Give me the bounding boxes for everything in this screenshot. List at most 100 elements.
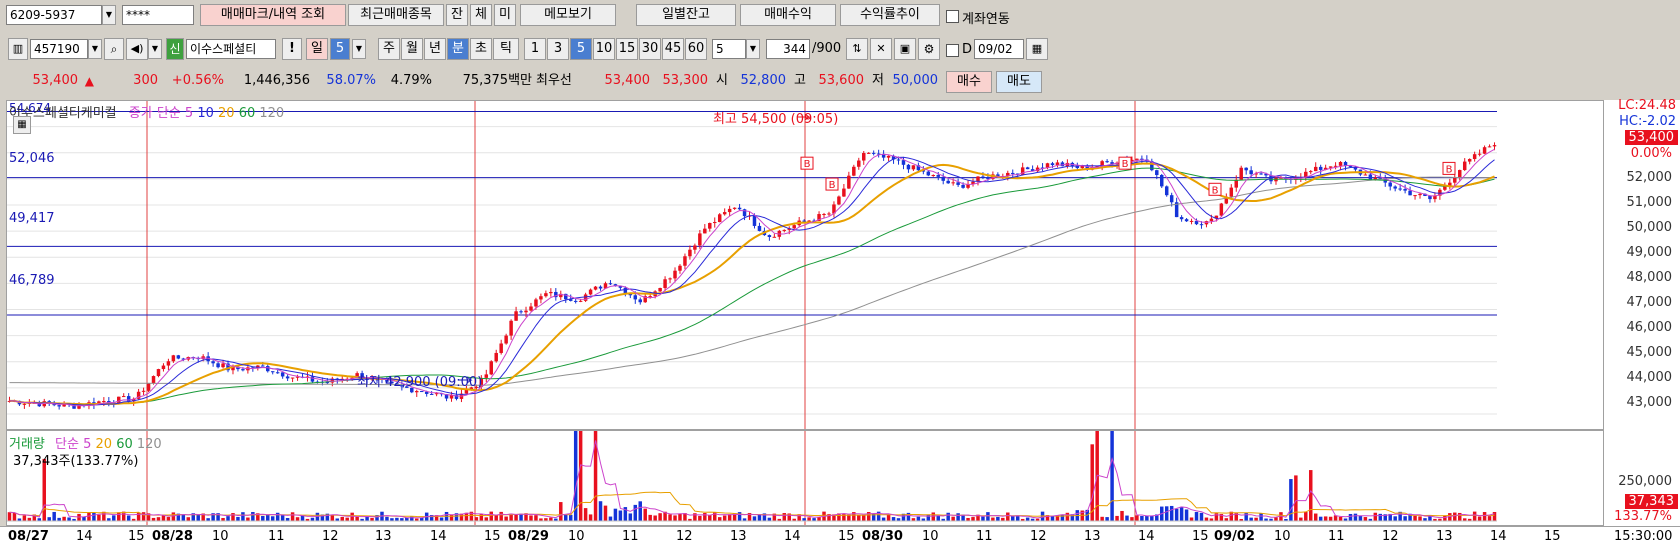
date-field[interactable]: 09/02	[974, 39, 1024, 59]
minute-15-button[interactable]: 15	[616, 38, 638, 60]
account-dropdown-icon[interactable]: ▼	[102, 5, 116, 25]
candle-body	[1338, 161, 1343, 166]
candle-body	[221, 363, 225, 368]
minute-60-button[interactable]: 60	[685, 38, 707, 60]
stock-code-dropdown-icon[interactable]: ▼	[88, 39, 102, 59]
candle-body	[588, 289, 593, 295]
minute-1-button[interactable]: 1	[524, 38, 546, 60]
candle-body	[1368, 174, 1373, 180]
current-price-tag: 53,400	[1624, 130, 1678, 145]
volume-bar	[340, 516, 344, 521]
x-axis-label: 08/27	[8, 529, 49, 544]
candle-body	[683, 256, 687, 266]
crosshair-icon[interactable]: ✕	[870, 38, 892, 60]
level-label-3: 46,789	[9, 273, 55, 288]
x-axis-label: 10	[922, 529, 939, 544]
calculator-icon[interactable]: ▦	[13, 116, 31, 134]
minute-10-button[interactable]: 10	[593, 38, 615, 60]
daily-balance-button[interactable]: 일별잔고	[636, 4, 736, 26]
volume-bar	[1199, 512, 1204, 521]
search-icon[interactable]: ⌕	[104, 38, 124, 60]
candle-body	[1413, 195, 1417, 197]
candle-body	[693, 245, 697, 250]
candle-body	[668, 278, 672, 280]
return-trend-button[interactable]: 수익률추이	[840, 4, 940, 26]
volume-bar	[598, 501, 603, 521]
volume-bar	[1174, 508, 1179, 521]
period-value[interactable]: 5	[330, 38, 350, 60]
candle-tool-icon[interactable]: ⇅	[846, 38, 868, 60]
volume-chart-canvas[interactable]	[7, 431, 1603, 525]
save-icon[interactable]: ▣	[894, 38, 916, 60]
volume-bar	[156, 517, 161, 521]
volume-bar	[1179, 506, 1184, 521]
candle-body	[862, 153, 866, 161]
period-year-button[interactable]: 년	[424, 38, 446, 60]
buy-button[interactable]: 매수	[946, 71, 992, 93]
period-week-button[interactable]: 주	[378, 38, 400, 60]
alert-button[interactable]: !	[282, 38, 302, 60]
volume-bar	[439, 517, 444, 521]
period-minute-button[interactable]: 분	[447, 38, 469, 60]
volume-bar	[126, 515, 131, 521]
period-month-button[interactable]: 월	[401, 38, 423, 60]
gear-icon[interactable]: ⚙	[918, 38, 940, 60]
bars-shown-field[interactable]: 344	[766, 39, 810, 59]
x-axis-label: 08/28	[152, 529, 193, 544]
sell-button[interactable]: 매도	[996, 71, 1042, 93]
candle-body	[1378, 177, 1383, 179]
speaker-icon[interactable]: ◀)	[126, 38, 148, 60]
volume-bar	[1443, 515, 1447, 521]
balance-button[interactable]: 잔	[446, 4, 468, 26]
candle-body	[852, 166, 856, 176]
legend-ma60: 60	[238, 106, 256, 121]
price-chart-panel[interactable]: BBBBB 54,674 이수스페셜티케미컬 종가 단순 5 10 20 60 …	[6, 100, 1604, 430]
trade-profit-button[interactable]: 매매수익	[740, 4, 836, 26]
volume-bar	[628, 513, 633, 521]
count-field[interactable]: 5	[712, 39, 746, 59]
stock-code-field[interactable]: 457190	[30, 39, 88, 59]
candle-body	[847, 175, 851, 189]
layout-icon[interactable]: ▥	[8, 38, 28, 60]
price-chart-canvas[interactable]: B B B B B	[7, 101, 1603, 429]
volume-bar	[568, 514, 573, 521]
volume-bar	[1110, 431, 1114, 521]
minute-45-button[interactable]: 45	[662, 38, 684, 60]
y-tick: 52,000	[1626, 170, 1673, 185]
candle-body	[1244, 167, 1248, 171]
minute-5-button[interactable]: 5	[570, 38, 592, 60]
minute-30-button[interactable]: 30	[639, 38, 661, 60]
trade-marker: B	[800, 156, 814, 170]
trade-marker: B	[1118, 156, 1132, 170]
x-axis-time: 15:30:00	[1614, 529, 1673, 544]
calendar-icon[interactable]: ▦	[1026, 38, 1048, 60]
period-dropdown-icon[interactable]: ▼	[352, 39, 366, 59]
memo-button[interactable]: 메모보기	[520, 4, 616, 26]
candle-body	[827, 213, 831, 215]
account-link-checkbox[interactable]	[946, 10, 959, 23]
trade-mark-button[interactable]: 매매마크/내역 조회	[200, 4, 346, 26]
candle-body	[529, 306, 533, 311]
candle-body	[886, 155, 891, 158]
period-tick-button[interactable]: 틱	[493, 38, 519, 60]
volume-bar	[1204, 517, 1209, 521]
volume-bar	[1413, 515, 1417, 521]
date-checkbox[interactable]	[946, 44, 959, 57]
volume-chart-panel[interactable]: 거래량 단순 5 20 60 120 37,343주(133.77%)	[6, 430, 1604, 526]
stock-name-field[interactable]: 이수스페셜티	[186, 39, 276, 59]
account-number-field[interactable]: 6209-5937	[6, 5, 102, 25]
period-day-button[interactable]: 일	[306, 38, 328, 60]
speaker-dropdown-icon[interactable]: ▼	[148, 39, 162, 59]
volume-bar	[1015, 516, 1020, 521]
password-field[interactable]: ****	[122, 5, 194, 25]
volume-bar	[613, 508, 618, 521]
period-second-button[interactable]: 초	[470, 38, 492, 60]
minute-3-button[interactable]: 3	[547, 38, 569, 60]
count-dropdown-icon[interactable]: ▼	[746, 39, 760, 59]
candle-body	[792, 225, 796, 229]
candle-body	[951, 182, 955, 184]
recent-items-button[interactable]: 최근매매종목	[348, 4, 444, 26]
unfilled-button[interactable]: 미	[494, 4, 516, 26]
executed-button[interactable]: 체	[470, 4, 492, 26]
candle-body	[549, 291, 553, 294]
